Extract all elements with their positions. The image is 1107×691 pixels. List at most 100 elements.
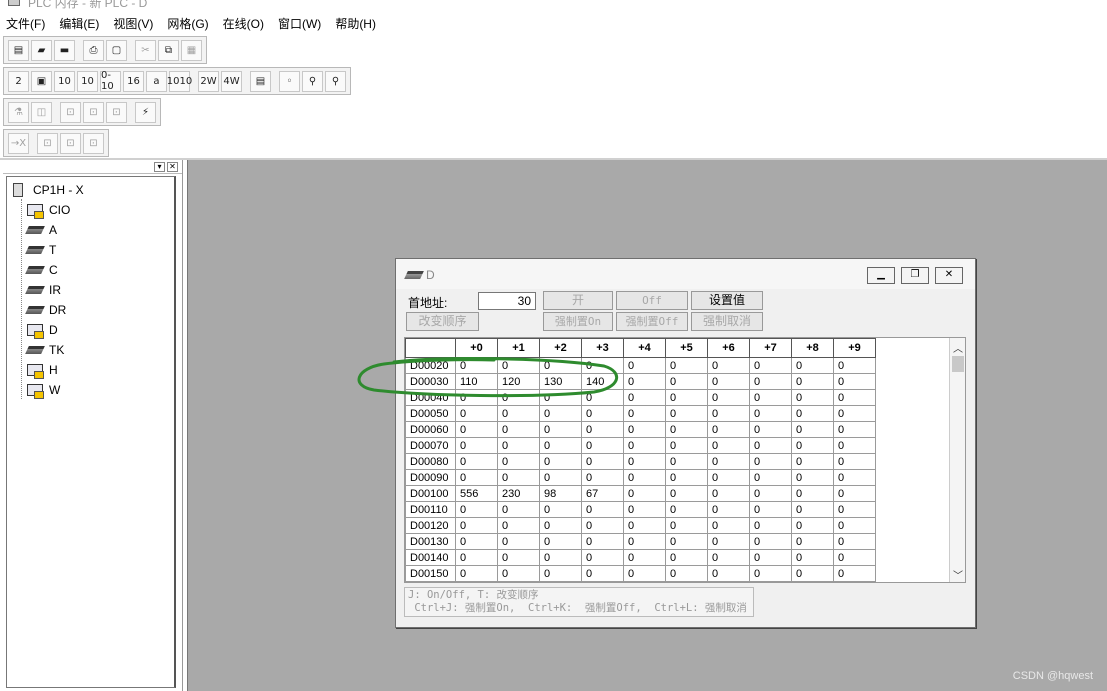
- memory-cell[interactable]: 0: [833, 549, 876, 566]
- menu-online[interactable]: 在线(O): [223, 15, 264, 32]
- memory-cell[interactable]: 0: [665, 357, 708, 374]
- menu-grid[interactable]: 网格(G): [167, 15, 208, 32]
- memory-cell[interactable]: 0: [665, 565, 708, 582]
- memory-cell[interactable]: 0: [749, 517, 792, 534]
- memory-cell[interactable]: 0: [749, 389, 792, 406]
- memory-cell[interactable]: 0: [749, 469, 792, 486]
- memory-cell[interactable]: 0: [833, 357, 876, 374]
- memory-cell[interactable]: 0: [665, 405, 708, 422]
- memory-cell[interactable]: 0: [707, 501, 750, 518]
- find-icon[interactable]: ◦: [279, 70, 300, 92]
- memory-cell[interactable]: 0: [791, 357, 834, 374]
- memory-cell[interactable]: 0: [833, 437, 876, 454]
- memory-cell[interactable]: 0: [833, 453, 876, 470]
- table-view-icon[interactable]: ▤: [250, 70, 271, 92]
- memory-cell[interactable]: 0: [791, 501, 834, 518]
- memory-cell[interactable]: 98: [539, 485, 582, 502]
- zoom-in-icon[interactable]: ⚲: [302, 70, 323, 92]
- memory-cell[interactable]: 0: [749, 405, 792, 422]
- memory-cell[interactable]: 0: [833, 501, 876, 518]
- memory-cell[interactable]: 0: [455, 565, 498, 582]
- memory-cell[interactable]: 0: [497, 517, 540, 534]
- address-search-icon[interactable]: ⊡: [37, 132, 58, 154]
- memory-cell[interactable]: 0: [707, 357, 750, 374]
- tree-item-t[interactable]: T: [25, 241, 56, 259]
- memory-cell[interactable]: 0: [707, 453, 750, 470]
- memory-cell[interactable]: 0: [665, 469, 708, 486]
- memory-cell[interactable]: 0: [539, 565, 582, 582]
- memory-cell[interactable]: 0: [455, 389, 498, 406]
- cut-icon[interactable]: ✂: [135, 39, 156, 61]
- memory-cell[interactable]: 0: [623, 421, 666, 438]
- memory-cell[interactable]: 0: [623, 565, 666, 582]
- memory-cell[interactable]: 0: [833, 421, 876, 438]
- tree-item-w[interactable]: W: [27, 381, 60, 399]
- start-address-input[interactable]: 30: [478, 292, 536, 310]
- memory-cell[interactable]: 0: [581, 517, 624, 534]
- memory-cell[interactable]: 140: [581, 373, 624, 390]
- memory-cell[interactable]: 0: [749, 357, 792, 374]
- memory-cell[interactable]: 556: [455, 485, 498, 502]
- memory-cell[interactable]: 0: [581, 437, 624, 454]
- bit-view-icon[interactable]: ▣: [31, 70, 52, 92]
- memory-cell[interactable]: 0: [665, 373, 708, 390]
- tree-item-tk[interactable]: TK: [25, 341, 64, 359]
- memory-cell[interactable]: 230: [497, 485, 540, 502]
- memory-cell[interactable]: 0: [791, 421, 834, 438]
- memory-cell[interactable]: 0: [707, 437, 750, 454]
- compare-icon[interactable]: ◫: [31, 101, 52, 123]
- memory-cell[interactable]: 0: [791, 437, 834, 454]
- memory-cell[interactable]: 0: [665, 501, 708, 518]
- memory-cell[interactable]: 0: [707, 549, 750, 566]
- memory-cell[interactable]: 0: [665, 485, 708, 502]
- memory-cell[interactable]: 130: [539, 373, 582, 390]
- close-icon[interactable]: ✕: [935, 267, 963, 284]
- copy-icon[interactable]: ⧉: [158, 39, 179, 61]
- menu-view[interactable]: 视图(V): [113, 15, 153, 32]
- memory-cell[interactable]: 0: [665, 517, 708, 534]
- minimize-icon[interactable]: ▁: [867, 267, 895, 284]
- memory-cell[interactable]: 0: [623, 517, 666, 534]
- change-order-button[interactable]: 改变顺序: [406, 312, 479, 331]
- memory-cell[interactable]: 0: [497, 357, 540, 374]
- memory-cell[interactable]: 0: [791, 549, 834, 566]
- menu-file[interactable]: 文件(F): [6, 15, 45, 32]
- tree-item-h[interactable]: H: [27, 361, 58, 379]
- address-watch-icon[interactable]: ⊡: [83, 132, 104, 154]
- memory-cell[interactable]: 0: [539, 549, 582, 566]
- memory-cell[interactable]: 0: [455, 549, 498, 566]
- memory-cell[interactable]: 110: [455, 373, 498, 390]
- memory-cell[interactable]: 0: [581, 565, 624, 582]
- memory-cell[interactable]: 0: [791, 485, 834, 502]
- monitor-icon[interactable]: ⚡: [135, 101, 156, 123]
- binary-view-icon[interactable]: 2: [8, 70, 29, 92]
- memory-cell[interactable]: 0: [665, 437, 708, 454]
- memory-cell[interactable]: 0: [833, 485, 876, 502]
- memory-cell[interactable]: 0: [707, 405, 750, 422]
- save-icon[interactable]: ▬: [54, 39, 75, 61]
- restore-icon[interactable]: ❐: [901, 267, 929, 284]
- verify-icon[interactable]: ⊡: [106, 101, 127, 123]
- two-word-icon[interactable]: 2W: [198, 70, 219, 92]
- off-button[interactable]: Off: [616, 291, 688, 310]
- force-off-button[interactable]: 强制置Off: [616, 312, 688, 331]
- memory-cell[interactable]: 0: [623, 453, 666, 470]
- memory-cell[interactable]: 0: [791, 565, 834, 582]
- memory-cell[interactable]: 0: [623, 469, 666, 486]
- memory-cell[interactable]: 0: [455, 453, 498, 470]
- memory-cell[interactable]: 0: [581, 533, 624, 550]
- transfer-icon[interactable]: ⚗: [8, 101, 29, 123]
- memory-cell[interactable]: 0: [833, 565, 876, 582]
- memory-cell[interactable]: 0: [581, 501, 624, 518]
- clear-icon[interactable]: →X: [8, 132, 29, 154]
- memory-cell[interactable]: 0: [791, 453, 834, 470]
- address-jump-icon[interactable]: ⊡: [60, 132, 81, 154]
- memory-cell[interactable]: 0: [581, 469, 624, 486]
- signed-decimal-icon[interactable]: 10: [77, 70, 98, 92]
- memory-cell[interactable]: 0: [791, 405, 834, 422]
- memory-cell[interactable]: 0: [707, 421, 750, 438]
- memory-cell[interactable]: 0: [833, 533, 876, 550]
- memory-cell[interactable]: 0: [791, 533, 834, 550]
- four-word-icon[interactable]: 4W: [221, 70, 242, 92]
- menu-help[interactable]: 帮助(H): [335, 15, 376, 32]
